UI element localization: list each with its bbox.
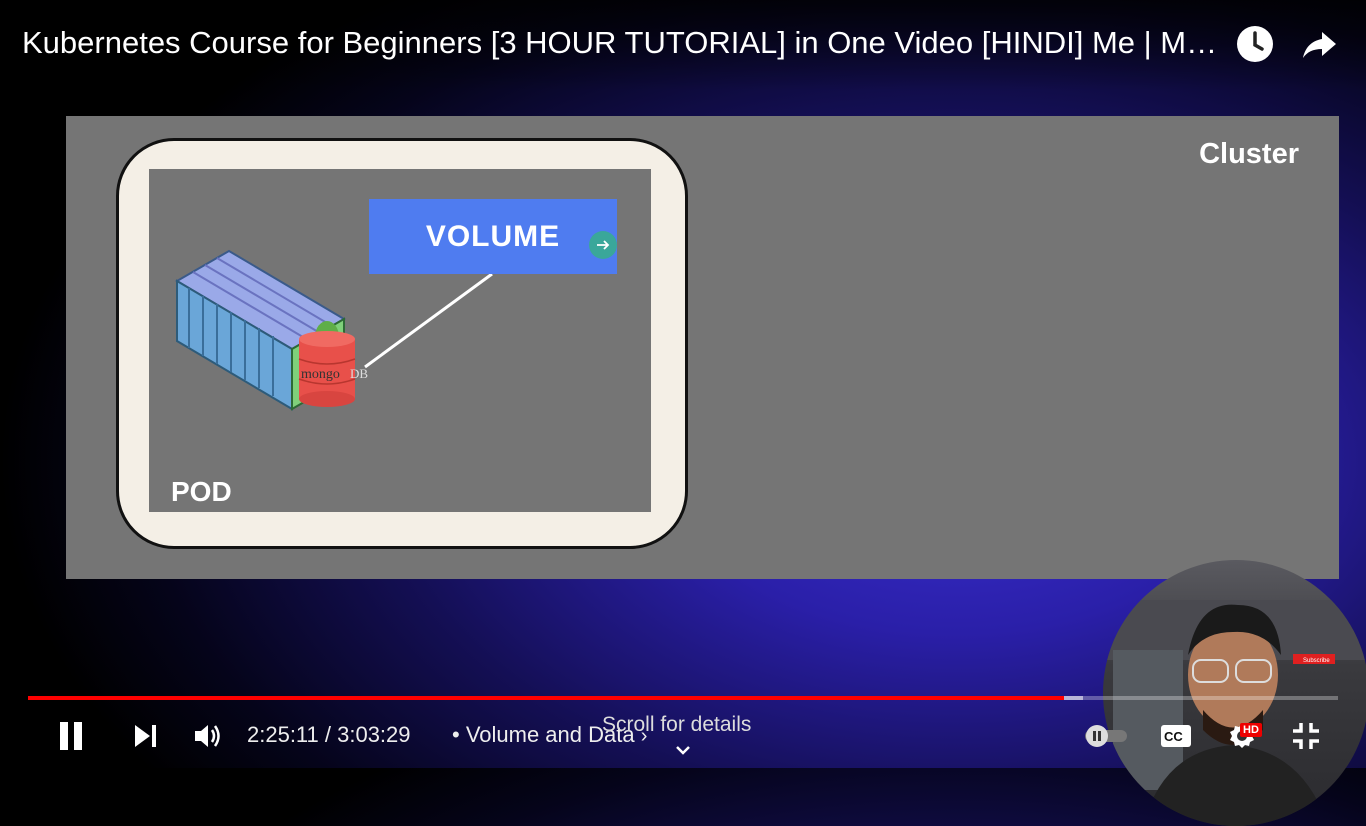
clock-icon — [1237, 26, 1273, 62]
exit-fullscreen-button[interactable] — [1288, 718, 1324, 754]
database-icon: mongo DB — [298, 321, 368, 407]
volume-label: VOLUME — [425, 219, 561, 253]
share-arrow-icon — [1303, 32, 1336, 58]
presenter-image: Subscribe — [1103, 600, 1366, 826]
pod-frame: mongo DB VOLUME POD — [116, 138, 688, 549]
svg-text:mongo: mongo — [301, 367, 340, 382]
facecam-overlay: Subscribe — [1103, 560, 1366, 826]
speaker-icon — [195, 725, 220, 747]
cc-icon: CC — [1161, 725, 1191, 747]
captions-button[interactable]: CC — [1158, 720, 1194, 752]
video-title[interactable]: Kubernetes Course for Beginners [3 HOUR … — [22, 24, 1222, 62]
pause-icon — [60, 722, 82, 750]
pod-inner: mongo DB VOLUME POD — [149, 169, 651, 512]
scroll-for-details[interactable]: Scroll for details — [602, 713, 751, 737]
svg-text:CC: CC — [1164, 729, 1183, 744]
time-display: 2:25:11 / 3:03:29 — [247, 722, 411, 747]
watch-later-button[interactable] — [1233, 22, 1277, 66]
chevron-down-icon[interactable] — [672, 742, 694, 758]
scroll-hint-label: Scroll for details — [602, 713, 752, 736]
progress-bar[interactable] — [28, 696, 1338, 700]
share-button[interactable] — [1298, 22, 1342, 66]
volume-box: VOLUME — [369, 199, 617, 274]
cluster-label: Cluster — [1199, 138, 1299, 170]
volume-connector-line — [364, 272, 493, 369]
exit-fullscreen-icon — [1293, 723, 1319, 749]
arrow-icon — [589, 231, 617, 259]
svg-text:Subscribe: Subscribe — [1303, 658, 1330, 664]
next-button[interactable] — [128, 716, 162, 756]
progress-played — [28, 696, 1065, 700]
skip-next-icon — [135, 725, 156, 747]
autoplay-toggle[interactable] — [1080, 722, 1132, 750]
svg-text:DB: DB — [350, 366, 368, 381]
autoplay-toggle-icon — [1085, 725, 1127, 747]
pause-button[interactable] — [52, 716, 90, 756]
hd-badge: HD — [1240, 723, 1262, 737]
pod-label: POD — [171, 476, 232, 507]
slide-area: Cluster mongo DB VOLUME POD — [66, 116, 1339, 579]
mute-button[interactable] — [190, 716, 226, 756]
